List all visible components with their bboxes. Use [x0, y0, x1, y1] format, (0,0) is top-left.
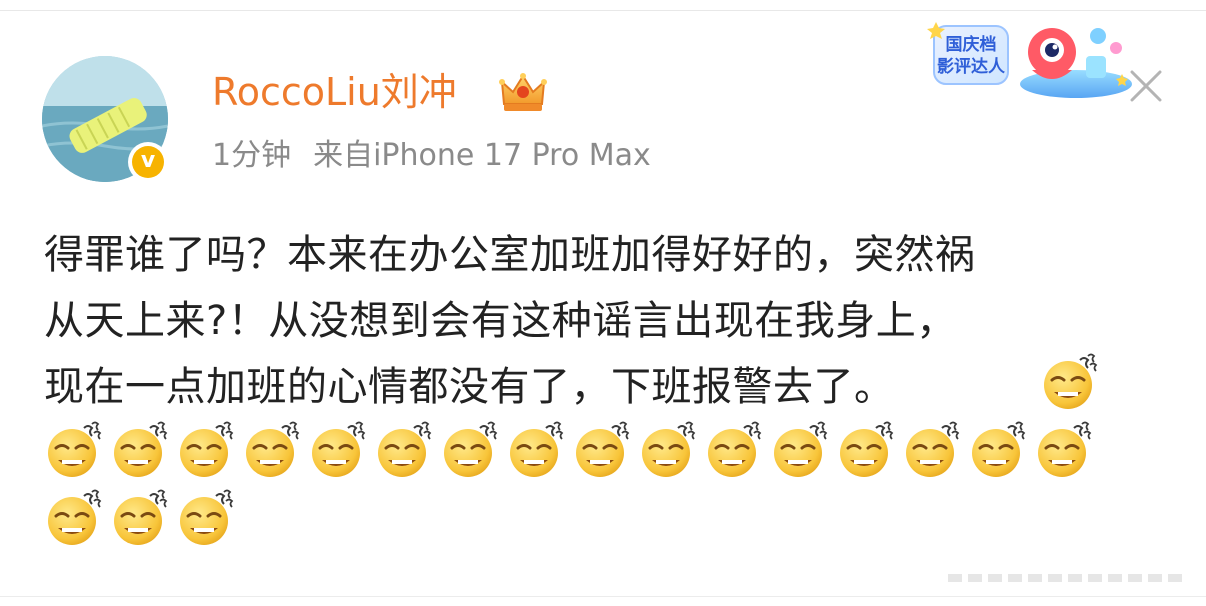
doge-sweat-emoji	[770, 420, 830, 480]
doge-sweat-emoji	[1040, 352, 1100, 412]
movie-review-badge[interactable]: 国庆档 影评达人	[926, 14, 1136, 104]
doge-sweat-emoji	[374, 420, 434, 480]
crown-icon	[499, 73, 547, 111]
doge-sweat-emoji	[902, 420, 962, 480]
bottom-divider	[0, 596, 1206, 597]
doge-sweat-emoji	[638, 420, 698, 480]
post-text-line: 得罪谁了吗？本来在办公室加班加得好好的，突然祸	[44, 232, 976, 278]
emoji-row	[44, 420, 1094, 480]
post-source[interactable]: 来自iPhone 17 Pro Max	[313, 138, 651, 173]
badge-label-2: 影评达人	[937, 56, 1006, 76]
post-text: 得罪谁了吗？本来在办公室加班加得好好的，突然祸 从天上来?！从没想到会有这种谣言…	[44, 222, 1164, 420]
close-icon[interactable]	[1126, 66, 1166, 106]
watermark	[948, 574, 1182, 582]
post-meta: 1分钟 来自iPhone 17 Pro Max	[212, 135, 651, 177]
doge-sweat-emoji	[440, 420, 500, 480]
doge-sweat-emoji	[704, 420, 764, 480]
post-text-line: 现在一点加班的心情都没有了，下班报警去了。	[44, 364, 895, 410]
doge-sweat-emoji	[968, 420, 1028, 480]
verified-badge: v	[128, 142, 168, 182]
doge-sweat-emoji	[110, 420, 170, 480]
badge-label-1: 国庆档	[946, 34, 997, 54]
doge-sweat-emoji	[44, 488, 104, 548]
doge-sweat-emoji	[110, 488, 170, 548]
doge-sweat-emoji	[176, 420, 236, 480]
post-time: 1分钟	[212, 138, 292, 173]
doge-sweat-emoji	[308, 420, 368, 480]
doge-sweat-emoji	[242, 420, 302, 480]
username[interactable]: RoccoLiu刘冲	[212, 67, 457, 117]
doge-sweat-emoji	[1034, 420, 1094, 480]
doge-sweat-emoji	[176, 488, 236, 548]
doge-sweat-emoji	[572, 420, 632, 480]
doge-sweat-emoji	[836, 420, 896, 480]
verified-icon: v	[132, 146, 164, 178]
doge-sweat-emoji	[506, 420, 566, 480]
doge-sweat-emoji	[44, 420, 104, 480]
emoji-row	[44, 488, 236, 548]
post-text-line: 从天上来?！从没想到会有这种谣言出现在我身上，	[44, 298, 957, 344]
top-divider	[0, 10, 1206, 11]
